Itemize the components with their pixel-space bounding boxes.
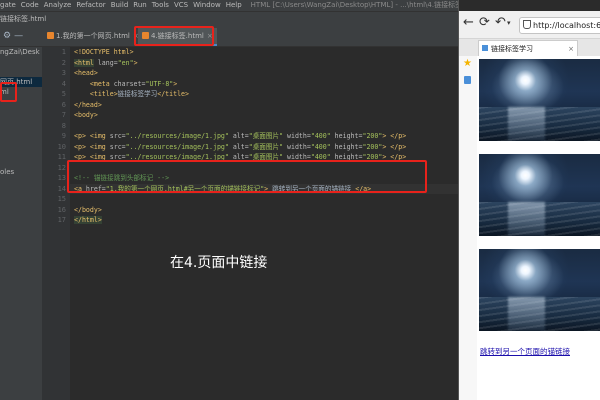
menu-item-navigate[interactable]: gate <box>0 1 16 9</box>
tab-label: 1.我的第一个网页.html <box>56 32 130 40</box>
code-line: <p> <img src="../resources/image/1.jpg" … <box>74 132 407 140</box>
browser-side-panel: ★ <box>459 56 478 400</box>
anchor-link[interactable]: 跳转到另一个页面的锚链接 <box>480 346 570 357</box>
line-number: 2 <box>61 58 66 67</box>
tree-item-link-tags[interactable]: ml <box>0 87 42 97</box>
browser-window: ← ⟳ ↶ ▾ http://localhost:63 链接标签学习 × ★ 跳转… <box>458 0 600 400</box>
line-number-gutter: 1 2 3 4 5 6 7 8 9 10 11 12 13 14 15 16 1… <box>42 47 70 400</box>
editor-tab-bar: ⚙ — 1.我的第一个网页.html × 4.链接标签.html × <box>0 26 458 47</box>
page-viewport: 跳转到另一个页面的锚链接 <box>477 56 600 400</box>
tree-item-consoles[interactable]: oles <box>0 167 42 177</box>
browser-title-bar <box>459 0 600 11</box>
line-number: 11 <box>57 153 66 161</box>
menu-item-run[interactable]: Run <box>133 1 146 9</box>
code-line: </html> <box>74 216 102 224</box>
html-file-icon <box>142 32 149 39</box>
window-title: HTML [C:\Users\WangZai\Desktop\HTML] - .… <box>250 1 458 9</box>
close-icon[interactable]: × <box>568 41 574 56</box>
code-line: </body> <box>74 205 102 214</box>
moon-reflection <box>508 296 545 331</box>
line-number: 4 <box>61 79 66 88</box>
browser-tab-title: 链接标签学习 <box>491 45 533 53</box>
menu-item-code[interactable]: Code <box>21 1 39 9</box>
breadcrumb: 链接标签.html <box>0 11 458 27</box>
tab-link-tags[interactable]: 4.链接标签.html × <box>138 28 217 46</box>
line-number: 8 <box>61 121 66 130</box>
line-number: 7 <box>61 111 66 119</box>
tab-first-page[interactable]: 1.我的第一个网页.html × <box>43 28 143 44</box>
shield-icon <box>523 20 531 29</box>
tab-label: 4.链接标签.html <box>151 32 204 40</box>
line-number: 15 <box>57 195 66 203</box>
address-bar[interactable]: http://localhost:63 <box>519 17 600 34</box>
url-text: http://localhost:63 <box>533 21 600 30</box>
line-number: 9 <box>61 132 66 140</box>
code-line: <p> <img src="../resources/image/1.jpg" … <box>74 153 407 161</box>
code-line: <html lang="en"> <box>74 58 138 67</box>
menu-item-refactor[interactable]: Refactor <box>76 1 105 9</box>
line-number: 12 <box>57 163 66 172</box>
code-line: <!-- 锚链接跳到头部标记 --> <box>74 174 170 182</box>
code-line: <body> <box>74 111 98 119</box>
browser-toolbar: ← ⟳ ↶ ▾ http://localhost:63 <box>459 11 600 39</box>
favicon-icon <box>482 45 488 51</box>
menu-item-tools[interactable]: Tools <box>152 1 169 9</box>
line-number: 3 <box>61 69 66 77</box>
star-icon[interactable]: ★ <box>463 58 472 69</box>
line-number: 6 <box>61 100 66 109</box>
line-number: 16 <box>57 205 66 214</box>
tree-item[interactable]: ngZai\Desk <box>0 47 42 57</box>
reload-icon[interactable]: ⟳ <box>479 16 490 30</box>
minimize-icon[interactable]: — <box>14 31 23 41</box>
menu-bar: gate Code Analyze Refactor Build Run Tools VCS W… <box>0 0 458 11</box>
caption: 在4.页面中链接 <box>170 255 268 271</box>
browser-tab[interactable]: 链接标签学习 × <box>478 40 578 56</box>
chevron-down-icon[interactable]: ▾ <box>507 16 511 30</box>
tree-item[interactable] <box>0 67 42 77</box>
code-line: <meta charset="UTF-8"> <box>74 79 178 88</box>
book-icon[interactable] <box>464 76 471 84</box>
desktop-image <box>479 154 600 236</box>
tree-item-first-page[interactable]: 网页.html <box>0 77 42 87</box>
code-line: <title>链接标签学习</title> <box>74 90 189 98</box>
code-editor[interactable]: <!DOCTYPE html> <html lang="en"> <head> … <box>70 47 458 400</box>
line-number: 13 <box>57 174 66 182</box>
project-tree: ngZai\Desk 网页.html ml oles <box>0 47 42 400</box>
close-icon[interactable]: × <box>207 32 213 40</box>
code-line: <!DOCTYPE html> <box>74 48 134 56</box>
menu-item-window[interactable]: Window <box>193 1 221 9</box>
line-number: 10 <box>57 142 66 151</box>
code-line: </head> <box>74 100 102 109</box>
moon-reflection <box>508 201 545 236</box>
line-number: 14 <box>57 184 66 193</box>
desktop-image <box>479 249 600 331</box>
html-file-icon <box>47 32 54 39</box>
menu-item-help[interactable]: Help <box>226 1 242 9</box>
line-number: 1 <box>61 48 66 56</box>
breadcrumb-file[interactable]: 链接标签.html <box>0 15 46 23</box>
line-number: 17 <box>57 216 66 224</box>
code-line: <head> <box>74 69 98 77</box>
desktop-image <box>479 59 600 141</box>
gear-icon[interactable]: ⚙ <box>3 31 11 41</box>
project-toolbar: ⚙ — <box>0 26 42 46</box>
menu-item-analyze[interactable]: Analyze <box>44 1 72 9</box>
moon-reflection <box>508 106 545 141</box>
browser-tab-strip: 链接标签学习 × <box>459 39 600 57</box>
line-number: 5 <box>61 90 66 98</box>
undo-icon[interactable]: ↶ <box>495 16 506 30</box>
back-icon[interactable]: ← <box>463 16 474 30</box>
code-line: <a href="1.我的第一个网页.html#另一个页面的锚链接标记"> 跳转… <box>70 183 458 194</box>
tree-item[interactable] <box>0 57 42 67</box>
code-line: <p> <img src="../resources/image/1.jpg" … <box>74 142 407 151</box>
menu-item-build[interactable]: Build <box>111 1 129 9</box>
menu-item-vcs[interactable]: VCS <box>174 1 188 9</box>
